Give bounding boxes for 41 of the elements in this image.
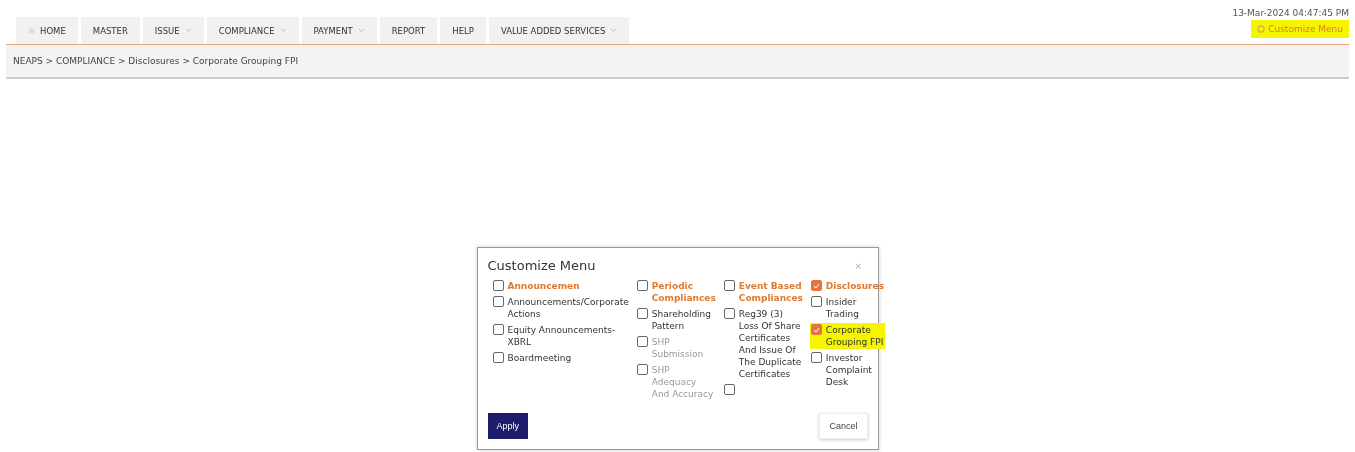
menu-option[interactable]: Equity Announcements-XBRL — [491, 323, 630, 349]
checkbox[interactable] — [723, 308, 735, 319]
gear-icon — [1257, 25, 1266, 33]
menu-option[interactable]: Announcements/Corporate Actions — [491, 295, 630, 321]
menu-option[interactable]: Insider Trading — [809, 295, 886, 321]
checkbox[interactable] — [492, 296, 504, 307]
checkbox[interactable] — [492, 280, 504, 291]
checkbox[interactable] — [810, 296, 822, 307]
nav-tab[interactable]: PAYMENT — [301, 17, 377, 44]
chevron-down-icon — [184, 28, 192, 33]
menu-option[interactable]: Boardmeeting — [491, 351, 630, 365]
nav-tab[interactable]: REPORT — [379, 17, 438, 44]
breadcrumb: NEAPS > COMPLIANCE > Disclosures > Corporate Grouping FPI — [13, 56, 299, 66]
checkbox[interactable] — [636, 308, 648, 319]
menu-option[interactable]: Shareholding Pattern — [635, 307, 717, 333]
nav-tab[interactable]: HOME — [16, 17, 78, 44]
apply-button[interactable]: Apply — [487, 413, 528, 439]
nav-tab[interactable]: VALUE ADDED SERVICES — [488, 17, 630, 44]
nav-tab[interactable]: HELP — [440, 17, 486, 44]
date-time: 13-Mar-2024 04:47:45 PM — [1232, 8, 1349, 18]
chevron-down-icon — [610, 28, 618, 33]
checkbox[interactable] — [723, 384, 735, 395]
checkbox[interactable] — [810, 352, 822, 363]
checkbox[interactable] — [636, 280, 648, 291]
checkmark-icon — [812, 326, 820, 333]
checkbox[interactable] — [492, 352, 504, 363]
checkbox[interactable] — [810, 280, 822, 291]
checkbox[interactable] — [492, 324, 504, 335]
nav-tab[interactable]: COMPLIANCE — [206, 17, 299, 44]
dialog-title: Customize Menu — [487, 258, 596, 273]
nav-tab[interactable]: ISSUE — [142, 17, 204, 44]
nav-tab[interactable]: MASTER — [80, 17, 140, 44]
checkbox[interactable] — [723, 280, 735, 291]
checkbox[interactable] — [810, 324, 822, 335]
cancel-button[interactable]: Cancel — [819, 413, 868, 439]
checkmark-icon — [812, 282, 820, 289]
menu-option[interactable]: Reg39 (3) Loss Of Share Certificates And Issue Of The Duplicate Certificates — [722, 307, 804, 381]
chevron-down-icon — [279, 28, 287, 33]
menu-option[interactable]: Investor Complaint Desk — [809, 351, 886, 389]
menu-option[interactable]: Corporate Grouping FPI — [809, 323, 886, 349]
chevron-down-icon — [357, 28, 365, 33]
